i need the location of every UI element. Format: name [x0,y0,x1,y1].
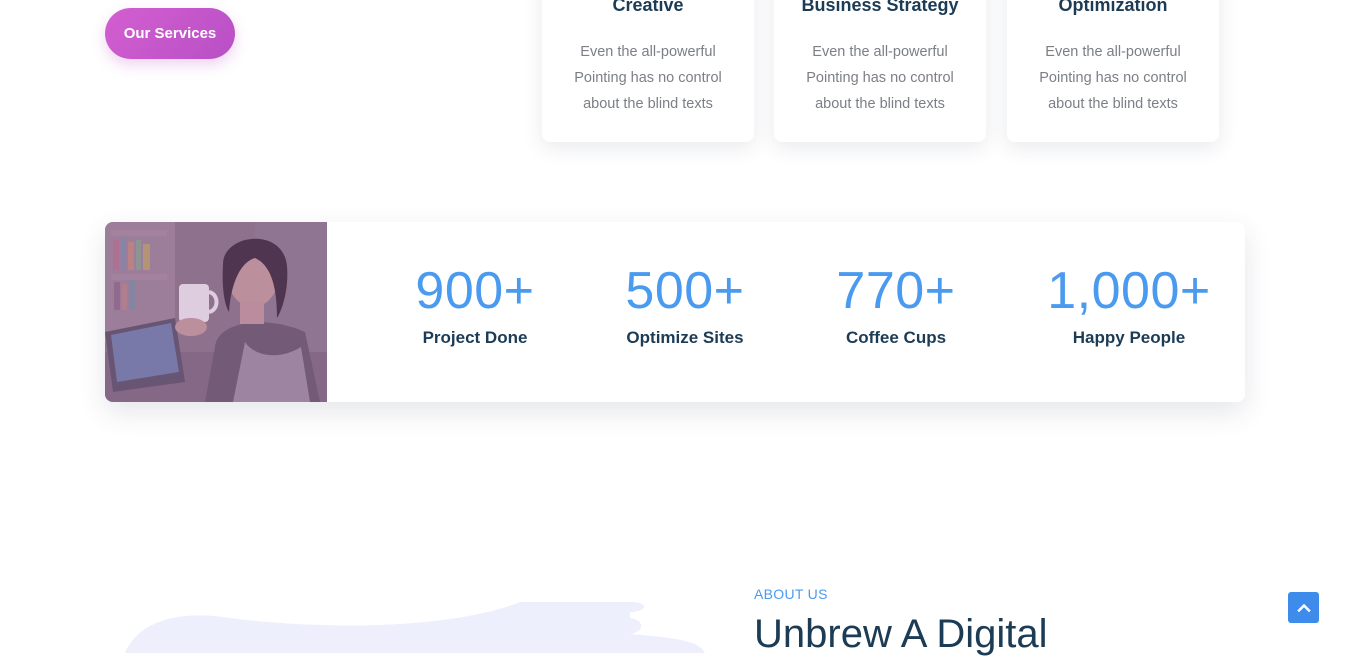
stat-label: Happy People [1072,328,1186,347]
decorative-blob-shape [125,602,705,653]
service-card-optimization: Optimization Even the all-powerful Point… [1007,0,1219,142]
stat-number: 500+ [625,262,745,320]
service-card-text: Even the all-powerful Pointing has no co… [1039,44,1187,112]
our-services-label: Our Services [123,25,217,42]
stats-banner: 900+ Project Done 500+ Optimize Sites 77… [105,222,1245,402]
stat-label: Project Done [422,328,528,347]
service-card-title: Business Strategy [801,0,959,15]
our-services-button[interactable]: Our Services [105,8,235,59]
service-card-creative: Creative Even the all-powerful Pointing … [542,0,754,142]
about-eyebrow: ABOUT US [754,586,828,602]
service-card-text: Even the all-powerful Pointing has no co… [806,44,954,112]
stat-number: 770+ [836,262,956,320]
stat-coffee-cups: 770+ Coffee Cups [786,260,1006,348]
stat-number: 900+ [415,262,535,320]
about-heading: Unbrew A Digital [754,612,1048,656]
stat-happy-people: 1,000+ Happy People [1019,260,1239,348]
service-card-text: Even the all-powerful Pointing has no co… [574,44,722,112]
stat-label: Optimize Sites [626,328,744,347]
service-card-title: Creative [612,0,684,15]
stat-label: Coffee Cups [845,328,947,347]
service-card-business-strategy: Business Strategy Even the all-powerful … [774,0,986,142]
scroll-to-top-button[interactable] [1288,592,1319,623]
stat-number: 1,000+ [1047,262,1211,320]
chevron-up-icon [1296,603,1311,612]
stat-optimize-sites: 500+ Optimize Sites [575,260,795,348]
service-card-title: Optimization [1058,0,1168,15]
woman-with-coffee-photo [105,222,327,402]
stat-project-done: 900+ Project Done [365,260,585,348]
